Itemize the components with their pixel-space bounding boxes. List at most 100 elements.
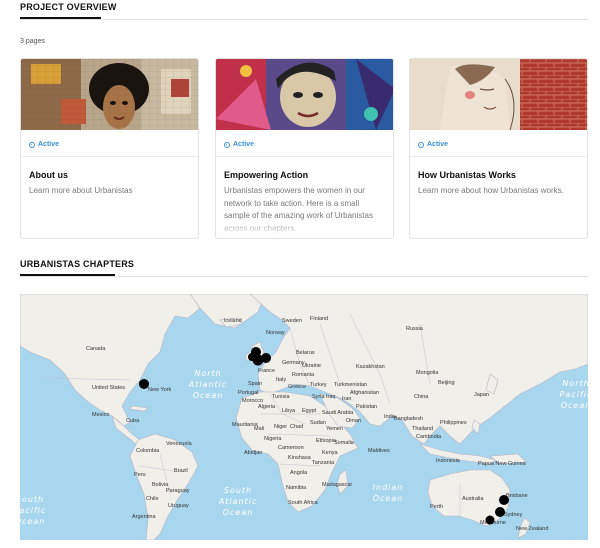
chapter-marker-dublin[interactable]: [248, 353, 256, 361]
page-card-empowering-action[interactable]: Active Empowering Action Urbanistas empo…: [215, 58, 394, 239]
svg-text:Kazakhstan: Kazakhstan: [356, 364, 385, 370]
svg-text:Uruguay: Uruguay: [168, 503, 189, 509]
svg-text:Cameroon: Cameroon: [278, 445, 304, 451]
status-active-icon: [29, 141, 35, 148]
svg-text:Pacific: Pacific: [20, 506, 46, 515]
status-label: Active: [233, 141, 255, 148]
svg-text:Chad: Chad: [290, 424, 303, 430]
svg-text:Canada: Canada: [86, 346, 106, 352]
card-divider: [216, 156, 393, 157]
svg-text:Colombia: Colombia: [136, 448, 160, 454]
svg-text:Paraguay: Paraguay: [166, 488, 190, 494]
card-description: Learn more about how Urbanistas works.: [418, 185, 578, 235]
svg-text:Greece: Greece: [288, 384, 306, 390]
card-description: Urbanistas empowers the women in our net…: [224, 185, 384, 235]
svg-text:Ocean: Ocean: [223, 508, 254, 517]
card-title: Empowering Action: [224, 170, 309, 180]
section-divider: [20, 276, 588, 277]
svg-text:Indonesia: Indonesia: [436, 458, 461, 464]
svg-text:Thailand: Thailand: [412, 426, 433, 432]
svg-text:New York: New York: [148, 387, 171, 393]
svg-text:Norway: Norway: [266, 330, 285, 336]
svg-text:South Africa: South Africa: [288, 500, 319, 506]
svg-text:Mongolia: Mongolia: [416, 370, 439, 376]
svg-text:Brazil: Brazil: [174, 468, 188, 474]
svg-text:Tunisia: Tunisia: [272, 394, 290, 400]
section-divider: [20, 19, 588, 20]
status-badge: Active: [418, 141, 448, 148]
svg-text:Bangladesh: Bangladesh: [394, 416, 423, 422]
card-divider: [21, 156, 198, 157]
svg-text:Russia: Russia: [406, 326, 424, 332]
svg-text:Afghanistan: Afghanistan: [350, 390, 379, 396]
svg-text:Somalia: Somalia: [334, 440, 355, 446]
svg-text:North: North: [194, 369, 221, 378]
svg-text:Portugal: Portugal: [238, 390, 259, 396]
svg-text:Ocean: Ocean: [20, 517, 45, 526]
svg-text:Egypt: Egypt: [302, 408, 317, 414]
chapter-marker-sydney[interactable]: [495, 507, 505, 517]
page-card-how-urbanistas-works[interactable]: Active How Urbanistas Works Learn more a…: [409, 58, 588, 239]
svg-text:Tanzania: Tanzania: [312, 460, 335, 466]
svg-text:Japan: Japan: [474, 392, 489, 398]
svg-text:Spain: Spain: [248, 381, 262, 387]
svg-text:Cambodia: Cambodia: [416, 434, 442, 440]
svg-text:Finland: Finland: [310, 316, 328, 322]
status-active-icon: [224, 141, 230, 148]
svg-text:Kinshasa: Kinshasa: [288, 455, 312, 461]
svg-text:South: South: [20, 495, 44, 504]
svg-text:Madagascar: Madagascar: [322, 482, 352, 488]
svg-text:Pacific: Pacific: [560, 390, 588, 399]
svg-text:Indian: Indian: [373, 483, 404, 492]
card-image: [410, 59, 587, 130]
chapters-map[interactable]: North Atlantic Ocean South Atlantic Ocea…: [20, 294, 588, 540]
card-title: How Urbanistas Works: [418, 170, 516, 180]
svg-text:Iraq: Iraq: [326, 394, 335, 400]
page-card-about-us[interactable]: Active About us Learn more about Urbanis…: [20, 58, 199, 239]
status-badge: Active: [224, 141, 254, 148]
chapter-marker-new-york[interactable]: [139, 379, 149, 389]
svg-text:Philippines: Philippines: [440, 420, 467, 426]
project-overview-tab[interactable]: PROJECT OVERVIEW: [20, 2, 117, 12]
card-image: [21, 59, 198, 130]
urbanistas-chapters-tab[interactable]: URBANISTAS CHAPTERS: [20, 259, 134, 269]
svg-text:Sydney: Sydney: [504, 512, 523, 518]
svg-text:Abidjan: Abidjan: [244, 450, 262, 456]
svg-text:Pakistan: Pakistan: [356, 404, 377, 410]
chapter-marker-london-2[interactable]: [261, 353, 271, 363]
svg-text:Papua New Guinea: Papua New Guinea: [478, 461, 527, 467]
chapter-marker-brisbane[interactable]: [499, 495, 509, 505]
svg-text:Nigeria: Nigeria: [264, 436, 282, 442]
svg-text:Belarus: Belarus: [296, 350, 315, 356]
svg-text:Iceland: Iceland: [224, 318, 242, 324]
status-badge: Active: [29, 141, 59, 148]
svg-text:Cuba: Cuba: [126, 418, 140, 424]
svg-text:Syria: Syria: [312, 394, 325, 400]
svg-text:Sudan: Sudan: [310, 420, 326, 426]
svg-text:Oman: Oman: [346, 418, 361, 424]
svg-text:New Zealand: New Zealand: [516, 526, 548, 532]
svg-text:Ocean: Ocean: [373, 494, 404, 503]
page-count: 3 pages: [20, 38, 45, 45]
svg-text:Peru: Peru: [134, 472, 146, 478]
svg-text:South: South: [224, 486, 252, 495]
svg-text:Ukraine: Ukraine: [302, 363, 321, 369]
status-active-icon: [418, 141, 424, 148]
svg-text:China: China: [414, 394, 429, 400]
svg-text:Libya: Libya: [282, 408, 296, 414]
svg-text:Maldives: Maldives: [368, 448, 390, 454]
svg-text:Namibia: Namibia: [286, 485, 307, 491]
svg-text:Yemen: Yemen: [326, 426, 343, 432]
svg-text:Iran: Iran: [342, 396, 351, 402]
svg-text:Brisbane: Brisbane: [506, 493, 528, 499]
chapter-marker-melbourne[interactable]: [485, 515, 495, 525]
svg-text:Chile: Chile: [146, 496, 159, 502]
svg-text:Venezuela: Venezuela: [166, 441, 193, 447]
svg-text:Atlantic: Atlantic: [188, 380, 228, 389]
status-label: Active: [427, 141, 449, 148]
svg-text:Kenya: Kenya: [322, 450, 339, 456]
svg-text:Ocean: Ocean: [193, 391, 224, 400]
card-title: About us: [29, 170, 68, 180]
card-divider: [410, 156, 587, 157]
svg-text:Italy: Italy: [276, 377, 286, 383]
